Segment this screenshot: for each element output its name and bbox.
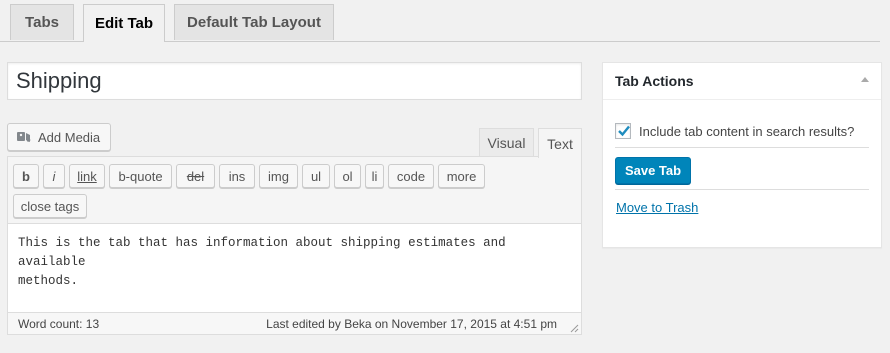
quicktag-link-button[interactable]: link [69,164,105,188]
checkmark-icon [618,125,630,137]
quicktag-more-button[interactable]: more [438,164,485,188]
tab-tabs[interactable]: Tabs [10,4,74,40]
quicktag-close-tags-button[interactable]: close tags [13,194,87,218]
tab-text-mode[interactable]: Text [538,128,582,158]
quicktag-italic-button[interactable]: i [43,164,65,188]
add-media-button[interactable]: Add Media [7,123,111,151]
tab-bar: Tabs Edit Tab Default Tab Layout [0,0,880,42]
tab-edit-tab[interactable]: Edit Tab [83,4,165,42]
include-search-checkbox[interactable] [615,123,631,139]
editor-container: b i link b-quote del ins img ul ol li co… [7,156,582,335]
quicktag-ol-button[interactable]: ol [334,164,361,188]
collapse-arrow-icon[interactable] [861,77,869,82]
include-search-option[interactable]: Include tab content in search results? [615,123,854,139]
quicktag-del-button[interactable]: del [176,164,215,188]
media-icon [16,129,32,145]
divider [615,147,869,148]
add-media-label: Add Media [38,129,101,145]
quicktag-li-button[interactable]: li [365,164,384,188]
title-input[interactable] [7,62,582,100]
move-to-trash-link[interactable]: Move to Trash [616,200,698,215]
tab-actions-header: Tab Actions [603,63,881,100]
quicktag-ul-button[interactable]: ul [302,164,330,188]
divider [615,189,869,190]
quicktag-code-button[interactable]: code [388,164,434,188]
content-textarea[interactable]: This is the tab that has information abo… [8,224,581,312]
word-count: Word count: 13 [18,317,100,331]
editor-status-bar: Word count: 13 Last edited by Beka on No… [8,312,581,334]
quicktags-toolbar: b i link b-quote del ins img ul ol li co… [8,157,581,224]
include-search-label: Include tab content in search results? [639,123,855,139]
tab-default-tab-layout[interactable]: Default Tab Layout [174,4,334,40]
quicktag-ins-button[interactable]: ins [219,164,255,188]
quicktag-bquote-button[interactable]: b-quote [109,164,172,188]
save-tab-button[interactable]: Save Tab [615,157,691,184]
resize-handle-icon[interactable] [569,322,579,333]
tab-visual-mode[interactable]: Visual [479,128,534,157]
tab-actions-box: Tab Actions Include tab content in searc… [602,62,882,248]
last-edited: Last edited by Beka on November 17, 2015… [266,317,557,331]
tab-actions-title: Tab Actions [615,73,694,89]
quicktag-img-button[interactable]: img [259,164,298,188]
quicktag-bold-button[interactable]: b [13,164,39,188]
